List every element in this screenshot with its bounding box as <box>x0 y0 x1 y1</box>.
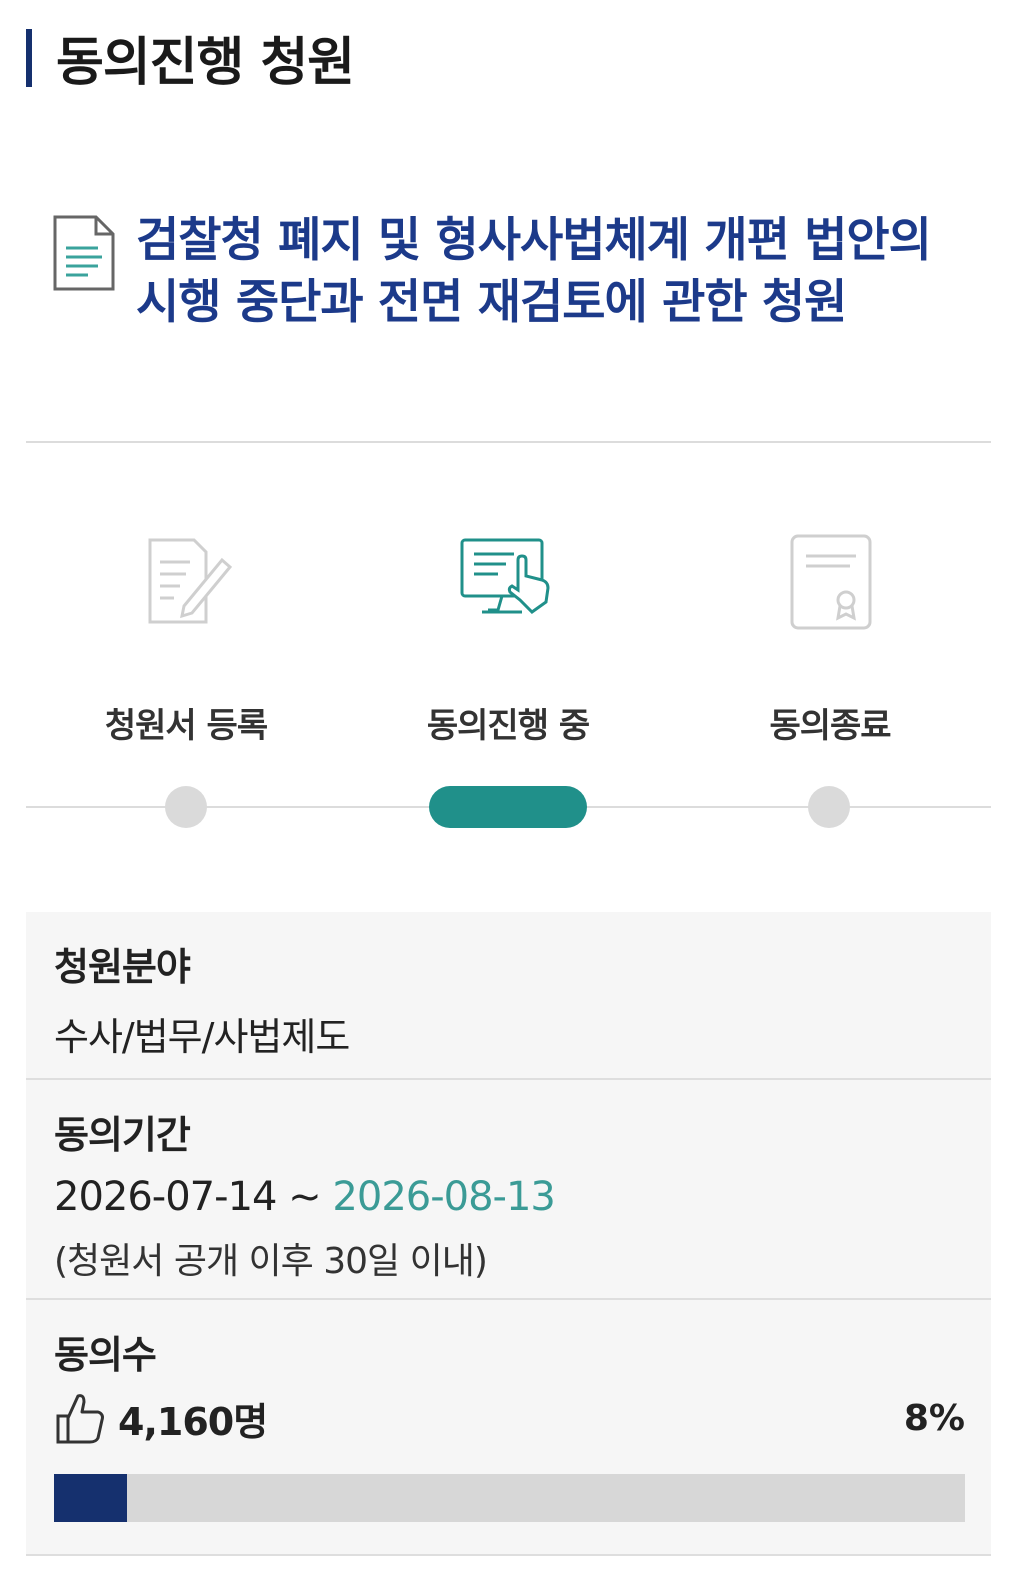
document-edit-icon <box>148 538 233 624</box>
progress-steps: 청원서 등록 동의진행 중 동의종료 <box>26 530 991 850</box>
agree-progress-fill <box>54 1474 127 1522</box>
period-start: 2026-07-14 <box>54 1174 277 1220</box>
divider <box>26 441 991 443</box>
agree-percent: 8% <box>903 1398 965 1439</box>
step-indicator-active <box>429 786 587 828</box>
field-row: 청원분야 수사/법무/사법제도 <box>26 912 991 1080</box>
count-row: 동의수 4,160명 8% <box>26 1300 991 1556</box>
heading-accent-bar <box>26 28 32 87</box>
page-title: 동의진행 청원 <box>56 33 355 93</box>
document-icon <box>53 215 115 291</box>
certificate-icon <box>790 534 872 630</box>
count-line: 4,160명 <box>54 1390 268 1446</box>
period-dates: 2026-07-14 ~ 2026-08-13 <box>54 1174 556 1220</box>
agree-count: 4,160명 <box>118 1399 268 1444</box>
monitor-touch-icon <box>460 538 550 614</box>
period-row: 동의기간 2026-07-14 ~ 2026-08-13 (청원서 공개 이후 … <box>26 1080 991 1300</box>
step-dot-registration <box>165 786 207 828</box>
field-value: 수사/법무/사법제도 <box>54 1015 350 1059</box>
period-end: 2026-08-13 <box>332 1174 555 1220</box>
step-label: 동의종료 <box>769 706 891 746</box>
count-label: 동의수 <box>54 1333 157 1377</box>
step-registration: 청원서 등록 <box>26 530 346 746</box>
step-completed: 동의종료 <box>670 530 990 746</box>
step-in-progress: 동의진행 중 <box>348 530 668 746</box>
petition-title-block: 검찰청 폐지 및 형사사법체계 개편 법안의 시행 중단과 전면 재검토에 관한… <box>52 210 972 334</box>
period-label: 동의기간 <box>54 1113 191 1157</box>
agree-progress-bar <box>54 1474 965 1522</box>
period-note: (청원서 공개 이후 30일 이내) <box>54 1241 488 1282</box>
petition-details: 청원분야 수사/법무/사법제도 동의기간 2026-07-14 ~ 2026-0… <box>26 912 991 1556</box>
petition-title: 검찰청 폐지 및 형사사법체계 개편 법안의 시행 중단과 전면 재검토에 관한… <box>136 213 932 330</box>
step-label: 동의진행 중 <box>426 706 590 746</box>
thumbs-up-icon <box>56 1394 104 1444</box>
step-dot-completed <box>808 786 850 828</box>
step-label: 청원서 등록 <box>104 706 268 746</box>
period-separator: ~ <box>276 1174 333 1220</box>
field-label: 청원분야 <box>54 945 191 989</box>
page-heading: 동의진행 청원 <box>26 20 355 95</box>
